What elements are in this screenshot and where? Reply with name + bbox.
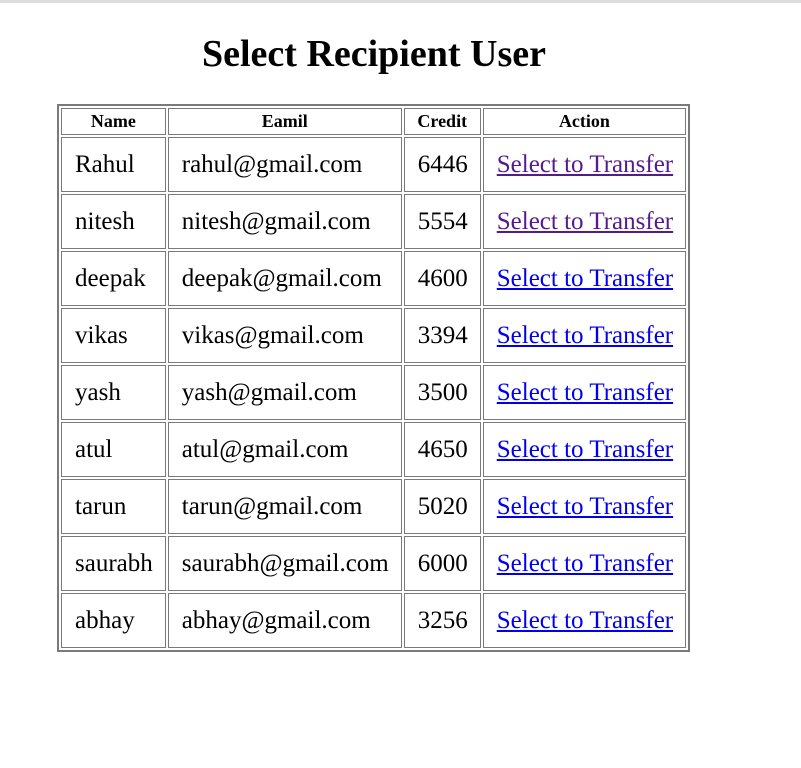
- cell-email: tarun@gmail.com: [167, 479, 402, 534]
- cell-name: atul: [61, 422, 166, 477]
- recipient-table: Name Eamil Credit Action Rahul rahul@gmai…: [57, 104, 691, 652]
- table-row: Rahul rahul@gmail.com 6446 Select to Transf…: [61, 137, 687, 192]
- cell-action: Select to Transfer: [482, 194, 687, 249]
- select-to-transfer-link[interactable]: Select to Transfer: [497, 493, 673, 520]
- cell-name: yash: [61, 365, 166, 420]
- select-to-transfer-link[interactable]: Select to Transfer: [497, 265, 673, 292]
- cell-name: nitesh: [61, 194, 166, 249]
- cell-email: yash@gmail.com: [167, 365, 402, 420]
- select-to-transfer-link[interactable]: Select to Transfer: [497, 436, 673, 463]
- cell-action: Select to Transfer: [482, 479, 687, 534]
- select-to-transfer-link[interactable]: Select to Transfer: [497, 208, 673, 235]
- select-to-transfer-link[interactable]: Select to Transfer: [497, 607, 673, 634]
- table-row: atul atul@gmail.com 4650 Select to Transfer: [61, 422, 687, 477]
- cell-credit: 6446: [403, 137, 481, 192]
- cell-name: deepak: [61, 251, 166, 306]
- cell-name: saurabh: [61, 536, 166, 591]
- cell-action: Select to Transfer: [482, 365, 687, 420]
- cell-name: tarun: [61, 479, 166, 534]
- cell-email: rahul@gmail.com: [167, 137, 402, 192]
- page-title: Select Recipient User: [202, 33, 546, 75]
- cell-name: vikas: [61, 308, 166, 363]
- column-header-email: Eamil: [167, 108, 402, 135]
- cell-name: abhay: [61, 593, 166, 648]
- table-row: deepak deepak@gmail.com 4600 Select to Tran…: [61, 251, 687, 306]
- cell-credit: 5554: [403, 194, 481, 249]
- cell-action: Select to Transfer: [482, 137, 687, 192]
- cell-email: saurabh@gmail.com: [167, 536, 402, 591]
- column-header-credit: Credit: [403, 108, 481, 135]
- cell-email: abhay@gmail.com: [167, 593, 402, 648]
- cell-action: Select to Transfer: [482, 593, 687, 648]
- select-to-transfer-link[interactable]: Select to Transfer: [497, 379, 673, 406]
- cell-action: Select to Transfer: [482, 536, 687, 591]
- cell-email: vikas@gmail.com: [167, 308, 402, 363]
- table-row: nitesh nitesh@gmail.com 5554 Select to Tran…: [61, 194, 687, 249]
- cell-credit: 6000: [403, 536, 481, 591]
- select-to-transfer-link[interactable]: Select to Transfer: [497, 151, 673, 178]
- cell-action: Select to Transfer: [482, 422, 687, 477]
- cell-credit: 3256: [403, 593, 481, 648]
- table-row: saurabh saurabh@gmail.com 6000 Select to Tr…: [61, 536, 687, 591]
- cell-email: deepak@gmail.com: [167, 251, 402, 306]
- cell-credit: 4650: [403, 422, 481, 477]
- cell-name: Rahul: [61, 137, 166, 192]
- cell-action: Select to Transfer: [482, 251, 687, 306]
- cell-action: Select to Transfer: [482, 308, 687, 363]
- cell-credit: 3500: [403, 365, 481, 420]
- cell-credit: 3394: [403, 308, 481, 363]
- table-body: Rahul rahul@gmail.com 6446 Select to Transf…: [61, 137, 687, 648]
- table-row: tarun tarun@gmail.com 5020 Select to Transf…: [61, 479, 687, 534]
- column-header-name: Name: [61, 108, 166, 135]
- table-header-row: Name Eamil Credit Action: [61, 108, 687, 135]
- cell-credit: 4600: [403, 251, 481, 306]
- cell-email: atul@gmail.com: [167, 422, 402, 477]
- select-to-transfer-link[interactable]: Select to Transfer: [497, 322, 673, 349]
- browser-top-edge: [0, 0, 801, 3]
- cell-email: nitesh@gmail.com: [167, 194, 402, 249]
- table-row: yash yash@gmail.com 3500 Select to Transfer: [61, 365, 687, 420]
- column-header-action: Action: [482, 108, 687, 135]
- select-to-transfer-link[interactable]: Select to Transfer: [497, 550, 673, 577]
- cell-credit: 5020: [403, 479, 481, 534]
- table-row: abhay abhay@gmail.com 3256 Select to Transf…: [61, 593, 687, 648]
- table-row: vikas vikas@gmail.com 3394 Select to Transf…: [61, 308, 687, 363]
